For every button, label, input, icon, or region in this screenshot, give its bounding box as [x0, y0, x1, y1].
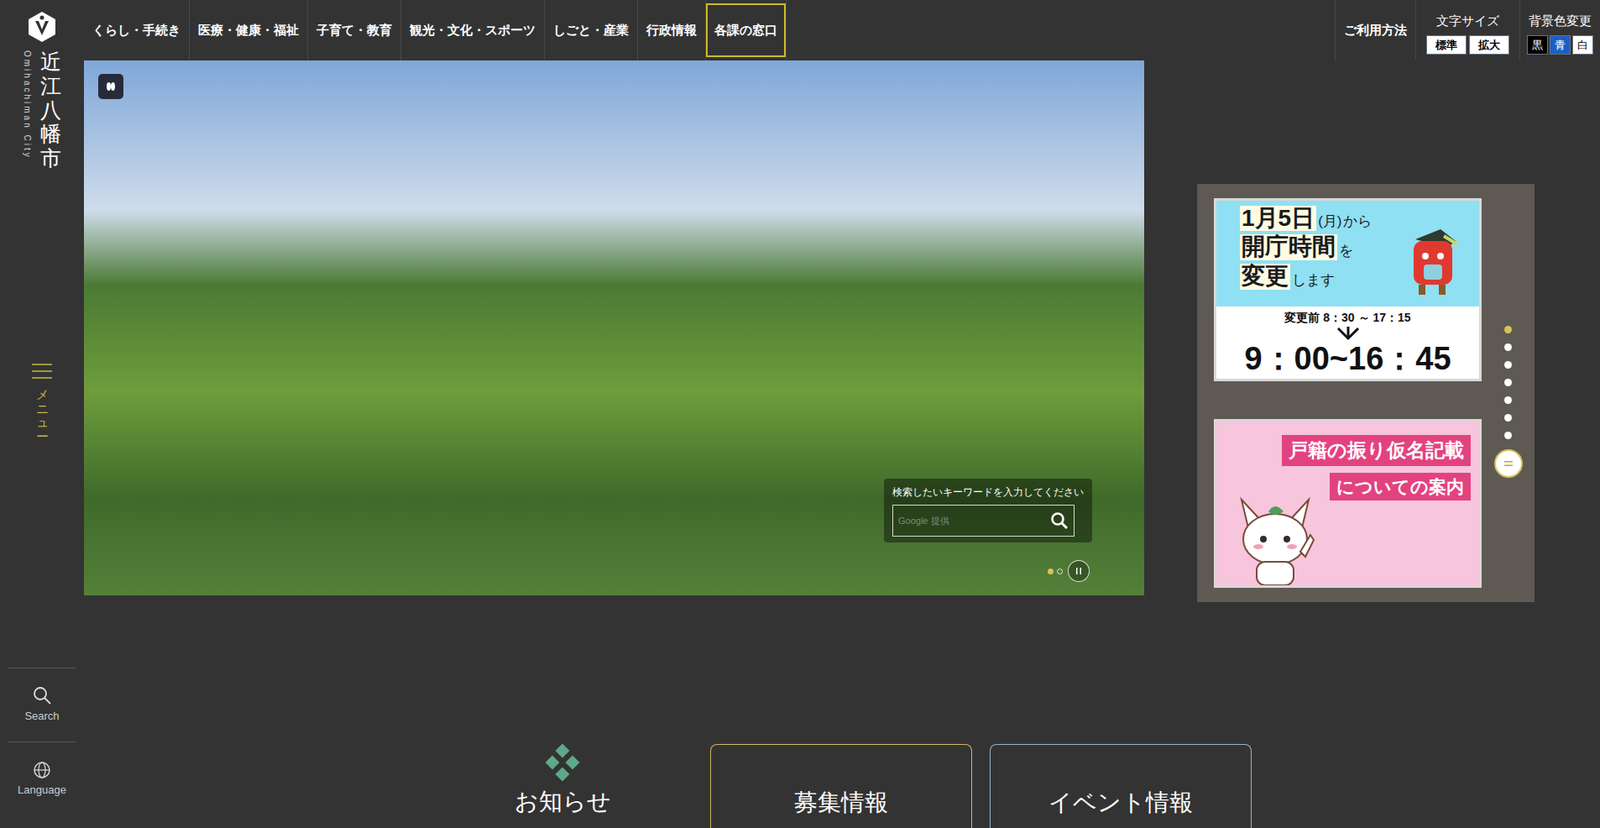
mascot-icon — [1406, 222, 1459, 297]
banner-dot[interactable] — [1504, 325, 1512, 334]
bg-color-group: 背景色変更黒青白 — [1519, 0, 1600, 61]
hero-image: 検索したいキーワードを入力してください — [83, 60, 1145, 596]
font-size-button[interactable]: 標準 — [1426, 35, 1467, 56]
search-icon[interactable] — [1050, 511, 1069, 530]
logo-romaji: Omihachiman City — [20, 50, 34, 160]
nav-item[interactable]: 行政情報 — [637, 3, 706, 58]
banner-dot[interactable] — [1504, 413, 1512, 422]
pause-button[interactable] — [1067, 559, 1090, 582]
top-nav: くらし・手続き医療・健康・福祉子育て・教育観光・文化・スポーツしごと・産業行政情… — [83, 0, 1600, 61]
hero-search: 検索したいキーワードを入力してください — [883, 478, 1093, 543]
fox-mascot-icon — [1233, 492, 1326, 586]
view-toggle-button[interactable] — [98, 73, 124, 100]
banner[interactable]: 1月5日(月)から開庁時間を変更します変更前 8：30 ～ 17：159：00~… — [1213, 198, 1482, 382]
bg-color-button[interactable]: 黒 — [1526, 35, 1548, 56]
slide-dot[interactable] — [1047, 568, 1054, 575]
guide-link[interactable]: ご利用方法 — [1334, 0, 1416, 61]
nav-item[interactable]: くらし・手続き — [83, 3, 189, 58]
slide-dot[interactable] — [1056, 568, 1063, 575]
city-emblem-icon — [25, 10, 59, 44]
font-size-button[interactable]: 拡大 — [1469, 35, 1510, 56]
globe-icon — [32, 760, 52, 780]
search-icon — [31, 684, 53, 706]
hamburger-icon — [31, 362, 53, 380]
banner[interactable]: 戸籍の振り仮名記載についての案内 — [1213, 418, 1482, 588]
bg-color-button[interactable]: 白 — [1572, 35, 1594, 56]
banner-dot[interactable] — [1504, 431, 1512, 440]
pause-icon — [1074, 566, 1083, 576]
logo-name: 近江八幡市 — [40, 50, 62, 177]
font-size-group: 文字サイズ標準拡大 — [1415, 0, 1520, 61]
pause-icon — [1503, 458, 1514, 469]
toggle-icon — [104, 80, 117, 93]
banner-dot[interactable] — [1504, 396, 1512, 404]
slider-controls — [1047, 559, 1090, 582]
arrow-down-icon — [1335, 326, 1361, 342]
diamond-icon — [543, 743, 581, 781]
search-input[interactable] — [898, 513, 1051, 529]
menu-label: メニュー — [36, 387, 49, 444]
banner-pause-button[interactable] — [1494, 449, 1523, 478]
nav-item[interactable]: 観光・文化・スポーツ — [401, 3, 544, 58]
nav-item[interactable]: 子育て・教育 — [308, 3, 401, 58]
logo[interactable]: Omihachiman City 近江八幡市 — [23, 0, 62, 177]
banner-dot[interactable] — [1504, 360, 1512, 369]
banner-panel: 1月5日(月)から開庁時間を変更します変更前 8：30 ～ 17：159：00~… — [1197, 183, 1535, 602]
news-heading[interactable]: お知らせ — [507, 743, 617, 816]
bg-color-button[interactable]: 青 — [1549, 35, 1571, 56]
nav-item[interactable]: 医療・健康・福祉 — [189, 3, 308, 58]
section-card[interactable]: 募集情報 — [710, 743, 973, 828]
section-row: お知らせ 募集情報イベント情報 — [83, 743, 1600, 828]
banner-dot[interactable] — [1504, 378, 1512, 387]
nav-item[interactable]: 各課の窓口 — [705, 3, 786, 58]
language-button[interactable]: Language — [8, 741, 76, 828]
section-card[interactable]: イベント情報 — [989, 743, 1252, 828]
search-button[interactable]: Search — [8, 667, 76, 742]
sidebar: Omihachiman City 近江八幡市メニュー SearchLanguage — [0, 0, 84, 828]
content: くらし・手続き医療・健康・福祉子育て・教育観光・文化・スポーツしごと・産業行政情… — [83, 0, 1600, 828]
nav-item[interactable]: しごと・産業 — [544, 3, 638, 58]
menu-button[interactable]: メニュー — [31, 362, 53, 444]
banner-dot[interactable] — [1504, 343, 1512, 351]
